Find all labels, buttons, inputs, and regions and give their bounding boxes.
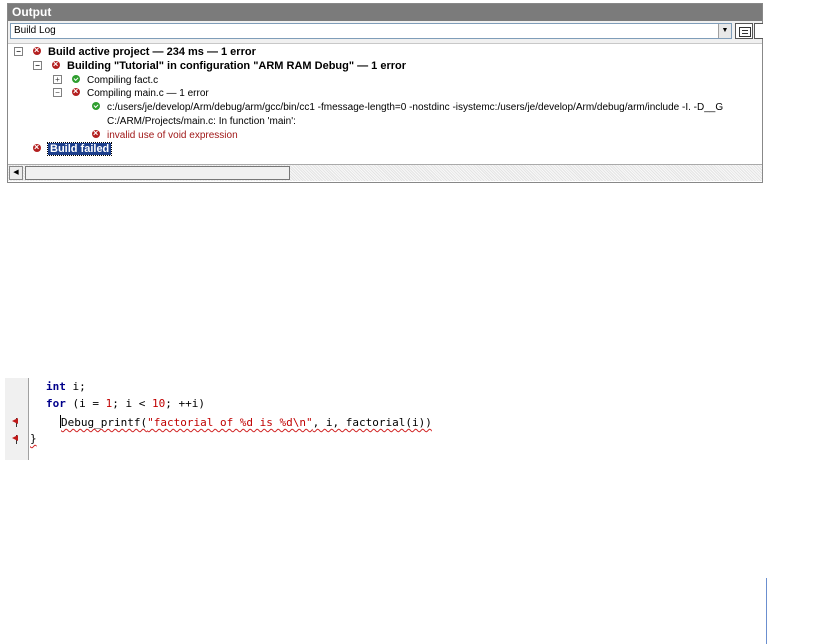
gutter-divider bbox=[28, 378, 29, 460]
tree-view-icon bbox=[739, 27, 751, 37]
error-flag-icon[interactable] bbox=[12, 434, 22, 444]
tree-item-label: C:/ARM/Projects/main.c: In function 'mai… bbox=[107, 116, 296, 127]
code-text: i; bbox=[65, 380, 86, 393]
tree-item-compiling-fact[interactable]: + Compiling fact.c bbox=[53, 74, 158, 87]
error-flag-icon[interactable] bbox=[12, 417, 22, 427]
code-text: ; i < bbox=[112, 397, 152, 410]
expand-icon[interactable]: + bbox=[53, 75, 62, 84]
error-icon bbox=[92, 127, 100, 139]
code-line-error[interactable]: Debug_printf("factorial of %d is %d\n", … bbox=[60, 415, 432, 430]
build-log-tree: −Build active project — 234 ms — 1 error… bbox=[8, 44, 762, 164]
log-selector-dropdown[interactable]: Build Log ▼ bbox=[10, 23, 732, 39]
tree-item-compiler-command[interactable]: c:/users/je/develop/Arm/debug/arm/gcc/bi… bbox=[92, 101, 723, 114]
tree-item-compiling-main[interactable]: − Compiling main.c — 1 error bbox=[53, 85, 209, 100]
code-number: 10 bbox=[152, 397, 166, 410]
code-keyword: for bbox=[46, 397, 66, 410]
chevron-down-icon[interactable]: ▼ bbox=[718, 24, 731, 38]
tree-item-label: Compiling main.c — 1 error bbox=[87, 88, 209, 99]
code-text: , i, factorial(i)) bbox=[312, 416, 432, 429]
tree-item-building-tutorial[interactable]: − Building "Tutorial" in configuration "A… bbox=[33, 58, 407, 73]
window-edge-line bbox=[766, 578, 767, 644]
code-line[interactable]: } bbox=[30, 432, 37, 446]
collapse-icon[interactable]: − bbox=[33, 61, 42, 70]
tree-item-label: Build active project — 234 ms — 1 error bbox=[48, 46, 256, 58]
scroll-left-arrow-icon[interactable]: ◀ bbox=[9, 166, 23, 180]
success-icon bbox=[92, 102, 100, 110]
code-function: Debug_printf( bbox=[61, 416, 148, 429]
tree-item-build-failed[interactable]: Build failed bbox=[33, 141, 113, 156]
list-view-button[interactable] bbox=[754, 23, 763, 39]
output-toolbar: Build Log ▼ bbox=[8, 21, 763, 44]
tree-item-label: c:/users/je/develop/Arm/debug/arm/gcc/bi… bbox=[107, 102, 724, 113]
code-text: (i = bbox=[65, 397, 106, 410]
output-panel: Output Build Log ▼ −Build active project… bbox=[7, 3, 763, 183]
tree-item-label: invalid use of void expression bbox=[107, 130, 238, 141]
tree-item-label: Build failed bbox=[46, 142, 113, 156]
success-icon bbox=[72, 75, 80, 83]
tree-item-label: Building "Tutorial" in configuration "AR… bbox=[67, 60, 407, 72]
scrollbar-thumb[interactable] bbox=[25, 166, 290, 180]
error-icon bbox=[33, 44, 41, 56]
code-text: } bbox=[30, 432, 37, 445]
horizontal-scrollbar[interactable]: ◀ bbox=[8, 164, 762, 181]
error-icon bbox=[52, 58, 60, 70]
code-line[interactable]: int i; bbox=[46, 380, 86, 394]
tree-view-button[interactable] bbox=[735, 23, 753, 39]
collapse-icon[interactable]: − bbox=[14, 47, 23, 56]
code-line[interactable]: for (i = 1; i < 10; ++i) bbox=[46, 397, 205, 411]
tree-item-build-active-project[interactable]: − Build active project — 234 ms — 1 error bbox=[14, 44, 256, 59]
panel-title: Output bbox=[8, 4, 762, 21]
code-text: ; ++i) bbox=[165, 397, 205, 410]
log-selector-value: Build Log bbox=[14, 25, 56, 36]
code-string: "factorial of %d is %d\n" bbox=[147, 416, 313, 429]
code-editor[interactable]: int i; for (i = 1; i < 10; ++i) Debug_pr… bbox=[5, 378, 525, 462]
error-squiggle: Debug_printf("factorial of %d is %d\n", … bbox=[61, 416, 432, 429]
tree-item-function-context[interactable]: C:/ARM/Projects/main.c: In function 'mai… bbox=[107, 115, 296, 128]
tree-item-error-message[interactable]: invalid use of void expression bbox=[92, 127, 238, 142]
tree-item-label: Compiling fact.c bbox=[87, 75, 159, 86]
error-icon bbox=[72, 85, 80, 97]
collapse-icon[interactable]: − bbox=[53, 88, 62, 97]
code-keyword: int bbox=[46, 380, 66, 393]
error-icon bbox=[33, 141, 41, 153]
